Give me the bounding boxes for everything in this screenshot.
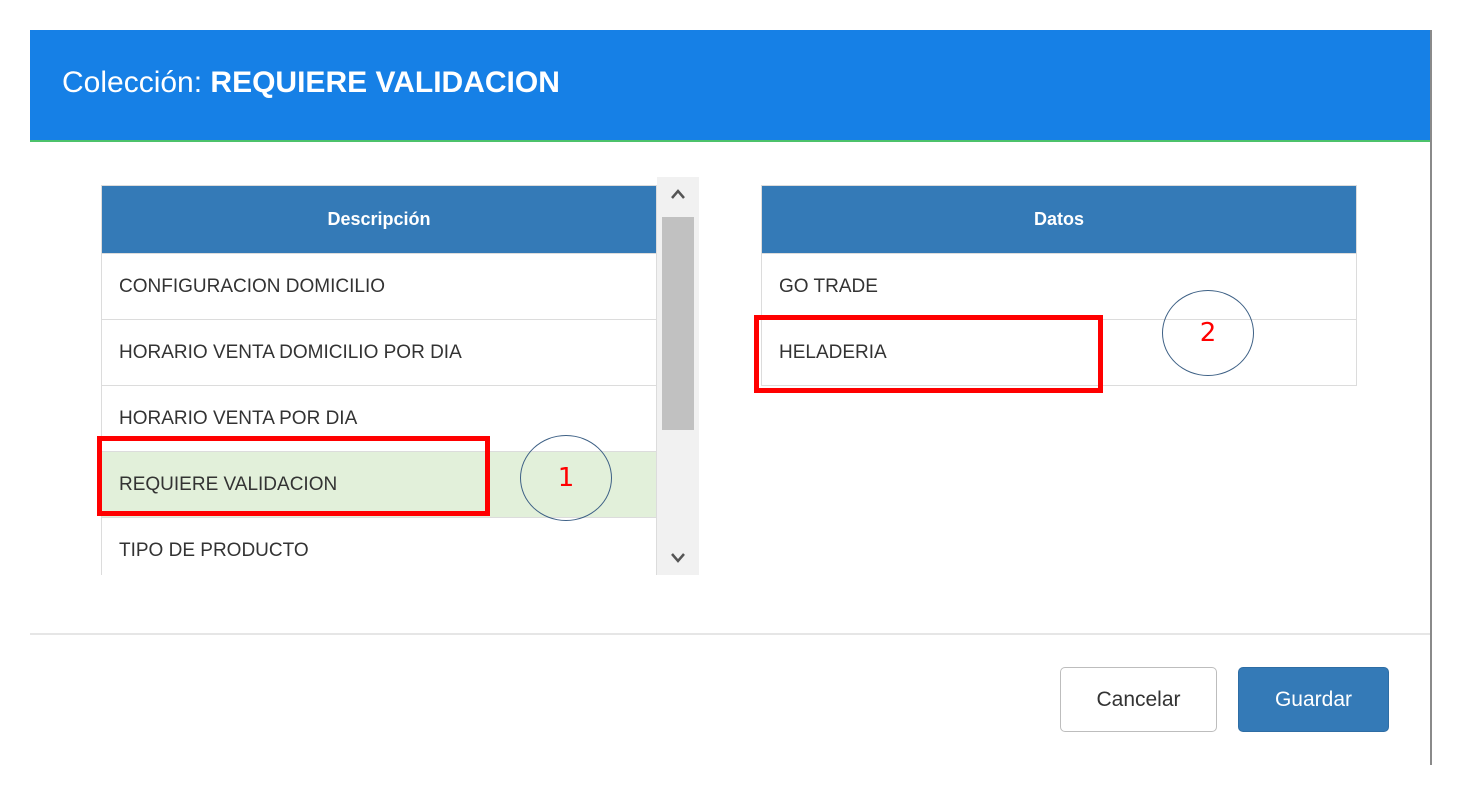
description-cell[interactable]: TIPO DE PRODUCTO	[101, 517, 657, 575]
modal-title-prefix: Colección:	[62, 66, 203, 99]
scrollbar-thumb[interactable]	[662, 217, 694, 430]
collection-modal: Colección: REQUIERE VALIDACION Descripci…	[30, 30, 1432, 765]
table-row[interactable]: CONFIGURACION DOMICILIO	[101, 253, 657, 320]
description-scrollbar[interactable]	[657, 177, 699, 575]
annotation-marker-1: 1	[520, 435, 612, 521]
data-cell[interactable]: GO TRADE	[761, 253, 1357, 320]
annotation-highlight-1	[97, 436, 490, 516]
footer-divider	[30, 633, 1430, 635]
table-row[interactable]: GO TRADE	[761, 253, 1357, 320]
data-column-header: Datos	[761, 185, 1357, 254]
chevron-down-icon[interactable]	[657, 541, 699, 575]
description-cell[interactable]: CONFIGURACION DOMICILIO	[101, 253, 657, 320]
description-column-header: Descripción	[101, 185, 657, 254]
description-cell[interactable]: HORARIO VENTA DOMICILIO POR DIA	[101, 319, 657, 386]
chevron-up-icon[interactable]	[657, 177, 699, 211]
modal-title: Colección: REQUIERE VALIDACION	[62, 66, 560, 100]
annotation-highlight-2	[754, 315, 1103, 393]
modal-header: Colección: REQUIERE VALIDACION	[30, 30, 1430, 142]
save-button[interactable]: Guardar	[1238, 667, 1389, 732]
table-row[interactable]: TIPO DE PRODUCTO	[101, 517, 657, 575]
annotation-marker-2: 2	[1162, 290, 1254, 376]
cancel-button[interactable]: Cancelar	[1060, 667, 1217, 732]
modal-title-value: REQUIERE VALIDACION	[210, 66, 560, 99]
table-row[interactable]: HORARIO VENTA DOMICILIO POR DIA	[101, 319, 657, 386]
